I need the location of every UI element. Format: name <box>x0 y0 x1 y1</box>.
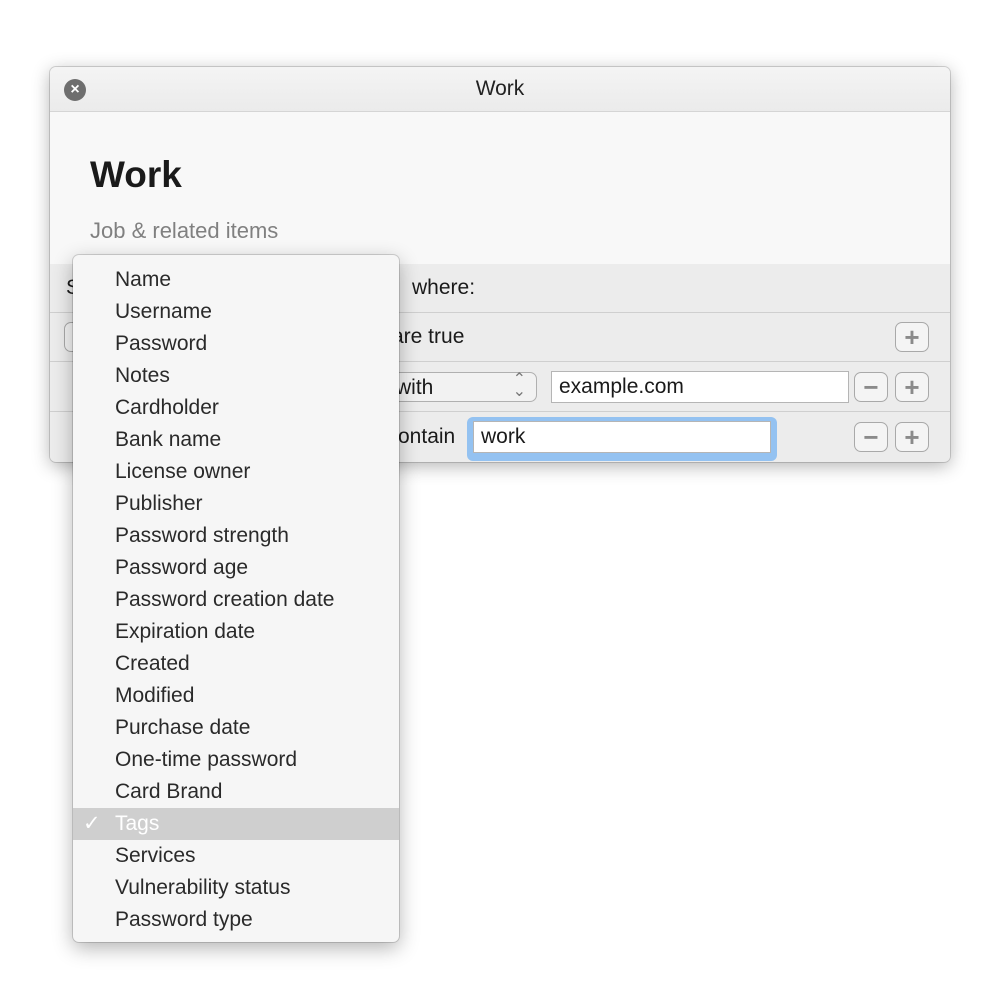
menu-item-name[interactable]: Name <box>73 264 399 296</box>
operator-select[interactable]: with ⌃ ⌄ <box>380 372 537 402</box>
chevron-updown-icon: ⌃ ⌄ <box>512 371 526 400</box>
menu-item-notes[interactable]: Notes <box>73 360 399 392</box>
menu-item-label: Password age <box>115 556 249 579</box>
menu-item-label: Publisher <box>115 492 203 515</box>
menu-item-expiration-date[interactable]: Expiration date <box>73 616 399 648</box>
header: Work Job & related items <box>50 112 950 265</box>
menu-item-label: License owner <box>115 460 251 483</box>
add-rule-button[interactable]: + <box>895 322 929 352</box>
menu-item-label: Password type <box>115 908 253 931</box>
menu-item-card-brand[interactable]: Card Brand <box>73 776 399 808</box>
menu-item-label: Password strength <box>115 524 289 547</box>
menu-item-label: Services <box>115 844 196 867</box>
menu-item-label: Bank name <box>115 428 222 451</box>
checkmark-icon: ✓ <box>83 812 101 835</box>
menu-item-label: Password <box>115 332 208 355</box>
menu-item-label: Purchase date <box>115 716 251 739</box>
menu-item-password-creation-date[interactable]: Password creation date <box>73 584 399 616</box>
rule-value-input[interactable]: example.com <box>551 371 849 403</box>
menu-item-label: Expiration date <box>115 620 256 643</box>
menu-item-password[interactable]: Password <box>73 328 399 360</box>
menu-item-label: Modified <box>115 684 195 707</box>
field-dropdown-menu: Name Username Password Notes Cardholder Bank … <box>73 255 399 942</box>
menu-item-label: Notes <box>115 364 170 387</box>
tag-value-input[interactable]: work <box>473 421 771 453</box>
folder-title: Work <box>90 154 182 195</box>
operator-value: with <box>396 376 434 399</box>
title-bar: × Work <box>50 67 950 112</box>
menu-item-password-age[interactable]: Password age <box>73 552 399 584</box>
add-rule-button[interactable]: + <box>895 422 929 452</box>
remove-rule-button[interactable]: − <box>854 372 888 402</box>
match-suffix: are true <box>392 325 465 348</box>
menu-item-one-time-password[interactable]: One-time password <box>73 744 399 776</box>
menu-item-label: Password creation date <box>115 588 335 611</box>
menu-item-label: Name <box>115 268 172 291</box>
menu-item-label: Card Brand <box>115 780 223 803</box>
operator-label: ontain <box>398 425 456 448</box>
menu-item-cardholder[interactable]: Cardholder <box>73 392 399 424</box>
menu-item-modified[interactable]: Modified <box>73 680 399 712</box>
menu-item-license-owner[interactable]: License owner <box>73 456 399 488</box>
window-title: Work <box>475 77 525 100</box>
remove-rule-button[interactable]: − <box>854 422 888 452</box>
menu-item-password-strength[interactable]: Password strength <box>73 520 399 552</box>
menu-item-services[interactable]: Services <box>73 840 399 872</box>
menu-item-label: One-time password <box>115 748 298 771</box>
menu-item-label: Created <box>115 652 190 675</box>
where-label: where: <box>412 276 476 299</box>
menu-item-created[interactable]: Created <box>73 648 399 680</box>
add-rule-button[interactable]: + <box>895 372 929 402</box>
menu-item-tags[interactable]: ✓ Tags <box>73 808 399 840</box>
menu-item-label: Vulnerability status <box>115 876 291 899</box>
menu-item-vulnerability-status[interactable]: Vulnerability status <box>73 872 399 904</box>
menu-item-purchase-date[interactable]: Purchase date <box>73 712 399 744</box>
menu-item-bank-name[interactable]: Bank name <box>73 424 399 456</box>
menu-item-username[interactable]: Username <box>73 296 399 328</box>
folder-subtitle: Job & related items <box>90 218 279 243</box>
close-icon[interactable]: × <box>64 79 86 101</box>
menu-item-label: Tags <box>115 812 160 835</box>
menu-item-publisher[interactable]: Publisher <box>73 488 399 520</box>
menu-item-label: Username <box>115 300 212 323</box>
menu-item-label: Cardholder <box>115 396 219 419</box>
menu-item-password-type[interactable]: Password type <box>73 904 399 936</box>
